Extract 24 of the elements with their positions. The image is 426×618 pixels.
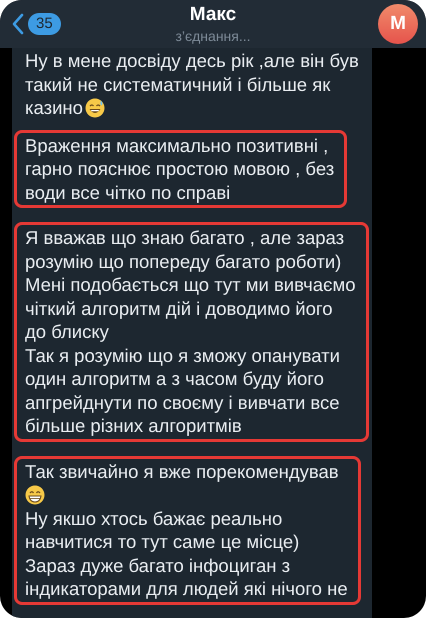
message-line: казино	[25, 97, 83, 118]
message-line: Враження максимально позитивні ,	[25, 134, 328, 156]
message-line: Я вважав що знаю багато , але зараз	[25, 227, 344, 248]
message-line: такий не систематичний і більше як	[25, 74, 330, 95]
message-line: Мені подобається що тут ми вивчаємо	[25, 274, 356, 296]
message-line: більше різних алгоритмів	[25, 415, 242, 436]
chat-title: Макс	[190, 3, 236, 27]
message-line: Зараз дуже багато інфоциган з	[25, 554, 290, 576]
message-line: гарно пояснює простою мовою , без	[25, 158, 334, 180]
avatar[interactable]: М	[378, 4, 418, 44]
message-line: апгрейднути по своєму і вивчати все	[25, 392, 340, 413]
message-line: Ну якшо хтось бажає реально	[25, 508, 282, 529]
message-line: розумію що попереду багато роботи)	[25, 250, 342, 272]
message-line: один алгоритм а з часом буду його	[25, 368, 324, 390]
message-line: Так я розумію що я зможу опанувати	[25, 344, 340, 366]
message-line: індикаторами для людей які нічого не	[25, 578, 348, 600]
message-line: навчитися то тут саме це місце)	[25, 531, 300, 552]
message-line: чіткий алгоритм дій і доводимо його	[25, 298, 333, 319]
connection-status: з’єднання...	[175, 27, 251, 45]
message-line: води все чітко по справі	[25, 182, 230, 203]
message-line: Ну в мене досвіду десь рік ,але він був	[25, 50, 359, 72]
message-line: до блиску	[25, 321, 109, 342]
message-line: Так звичайно я вже порекомендував	[25, 460, 339, 482]
unread-badge: 35	[28, 13, 61, 35]
